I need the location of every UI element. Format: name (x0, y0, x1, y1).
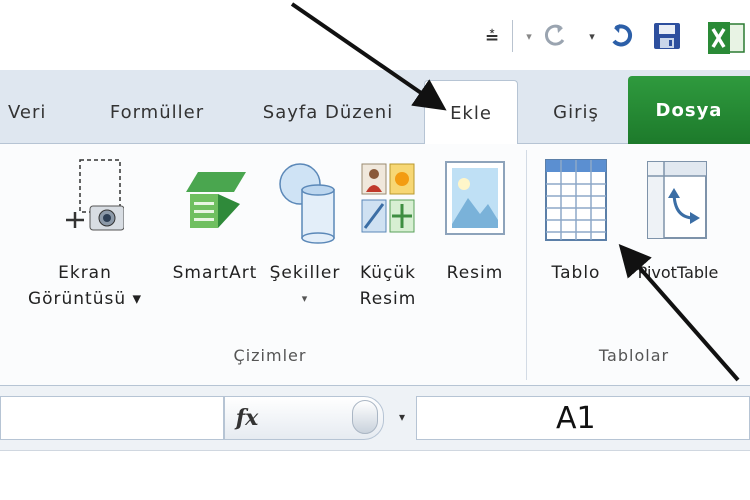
screenshot-label-line1: Ekran (58, 263, 112, 283)
redo-icon-svg (612, 24, 633, 47)
clip-art-label-line2: Resim (359, 289, 417, 309)
ribbon-panel: Ekran Görüntüsü ▾ SmartArt Şekiller ▾ Kü… (0, 144, 750, 386)
name-box-dropdown-icon[interactable]: ▾ (392, 402, 412, 432)
redo-icon[interactable] (604, 18, 638, 54)
screenshot-button[interactable]: Ekran Görüntüsü ▾ (20, 150, 150, 340)
clip-art-button[interactable]: Küçük Resim (350, 150, 426, 340)
shapes-dropdown-icon: ▾ (301, 292, 309, 305)
clip-art-label-line1: Küçük (359, 263, 417, 283)
customize-qat-icon[interactable]: ⩮ (482, 18, 502, 54)
qat-separator (512, 20, 513, 52)
smartart-button[interactable]: SmartArt (170, 150, 260, 340)
redo-dropdown-glyph: ▾ (589, 29, 595, 43)
group-separator (526, 150, 527, 380)
undo-dropdown-glyph: ▾ (526, 29, 532, 43)
pivottable-label: PivotTable (637, 263, 719, 282)
shapes-button[interactable]: Şekiller ▾ (264, 150, 346, 340)
smartart-label: SmartArt (172, 263, 258, 283)
tab-sayfa-duzeni[interactable]: Sayfa Düzeni (248, 80, 408, 144)
shapes-label: Şekiller (269, 263, 341, 283)
screenshot-label-line2: Görüntüsü ▾ (27, 289, 143, 309)
group-label-tablolar: Tablolar (598, 346, 670, 365)
pivottable-button[interactable]: PivotTable (622, 150, 734, 340)
tab-formuller[interactable]: Formüller (92, 80, 222, 144)
formula-bar-resize-handle[interactable] (352, 400, 378, 434)
tab-ekle[interactable]: Ekle (424, 80, 518, 145)
excel-app-icon (704, 18, 748, 58)
group-label-cizimler: Çizimler (233, 346, 307, 365)
clip-art-icon (361, 163, 415, 233)
tab-dosya[interactable]: Dosya (628, 76, 750, 144)
table-icon (545, 159, 607, 241)
table-button[interactable]: Tablo (534, 150, 618, 340)
undo-dropdown-icon[interactable]: ▾ (520, 18, 538, 54)
insert-function-icon[interactable]: fx (232, 400, 262, 436)
picture-label: Resim (446, 263, 504, 283)
customize-qat-glyph: ⩮ (485, 23, 499, 49)
undo-icon-svg (545, 24, 565, 46)
shapes-icon (279, 163, 335, 244)
table-label: Tablo (551, 263, 601, 283)
ribbon-tab-bar: Veri Formüller Sayfa Düzeni Ekle Giriş D… (0, 70, 750, 145)
worksheet-grid-edge (0, 450, 750, 500)
save-icon[interactable] (650, 18, 684, 54)
smartart-icon (186, 172, 246, 228)
tab-giris[interactable]: Giriş (532, 80, 620, 144)
tab-veri[interactable]: Veri (0, 80, 50, 144)
formula-input[interactable] (0, 396, 224, 440)
screenshot-icon (66, 159, 124, 231)
quick-access-toolbar: ⩮ ▾ ▾ (0, 0, 750, 70)
picture-button[interactable]: Resim (432, 150, 518, 340)
picture-icon (445, 161, 505, 235)
redo-dropdown-icon[interactable]: ▾ (583, 18, 601, 54)
pivottable-icon (647, 161, 707, 239)
excel-app-icon-svg (708, 22, 745, 54)
undo-icon[interactable] (540, 18, 570, 54)
name-box-value: A1 (556, 400, 596, 436)
save-icon-svg (654, 23, 680, 49)
formula-bar: fx ▾ A1 (0, 386, 750, 500)
